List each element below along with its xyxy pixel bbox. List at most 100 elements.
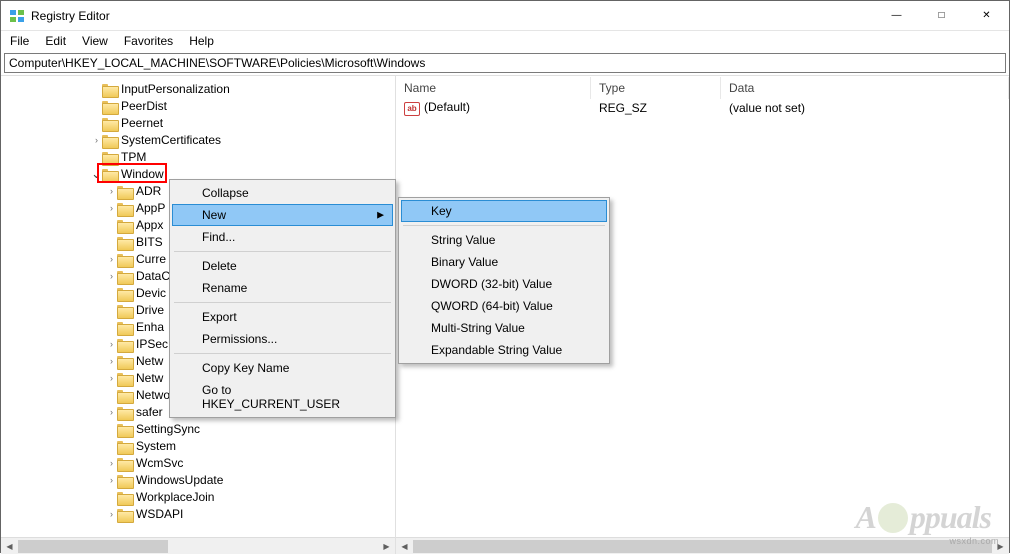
ctx-new[interactable]: New ▶ (172, 204, 393, 226)
menu-file[interactable]: File (3, 32, 36, 50)
chevron-right-icon[interactable]: › (106, 509, 117, 519)
appuals-logo: Appuals (856, 499, 991, 536)
tree-item-label: Netw (136, 371, 163, 385)
ctx-new-string[interactable]: String Value (401, 229, 607, 251)
tree-item[interactable]: System (1, 437, 395, 454)
folder-icon (117, 388, 133, 402)
watermark: wsxdn.com (949, 536, 999, 546)
tree-item[interactable]: › SystemCertificates (1, 131, 395, 148)
ctx-export[interactable]: Export (172, 306, 393, 328)
ctx-rename[interactable]: Rename (172, 277, 393, 299)
tree-item-label: SystemCertificates (121, 133, 221, 147)
folder-icon (117, 439, 133, 453)
tree-item[interactable]: PeerDist (1, 97, 395, 114)
chevron-right-icon[interactable]: › (106, 203, 117, 213)
menu-edit[interactable]: Edit (38, 32, 73, 50)
values-scrollbar-h[interactable]: ◀ ▶ (396, 537, 1009, 554)
tree-item-label: SettingSync (136, 422, 200, 436)
column-type[interactable]: Type (591, 77, 721, 99)
tree-item[interactable]: TPM (1, 148, 395, 165)
ctx-goto-hkcu[interactable]: Go to HKEY_CURRENT_USER (172, 379, 393, 415)
context-menu-main: Collapse New ▶ Find... Delete Rename Exp… (169, 179, 396, 418)
folder-icon (117, 269, 133, 283)
ctx-new-qword[interactable]: QWORD (64-bit) Value (401, 295, 607, 317)
tree-item-label: Drive (136, 303, 164, 317)
chevron-right-icon[interactable]: › (106, 373, 117, 383)
ctx-new-label: New (202, 208, 226, 222)
ctx-new-binary[interactable]: Binary Value (401, 251, 607, 273)
folder-icon (117, 371, 133, 385)
tree-item-label: InputPersonalization (121, 82, 230, 96)
chevron-right-icon[interactable]: › (106, 407, 117, 417)
menubar: File Edit View Favorites Help (1, 31, 1009, 51)
chevron-right-icon[interactable]: › (106, 458, 117, 468)
tree-item-label: WindowsUpdate (136, 473, 223, 487)
ctx-delete[interactable]: Delete (172, 255, 393, 277)
folder-icon (117, 354, 133, 368)
folder-icon (117, 218, 133, 232)
window-title: Registry Editor (31, 9, 874, 23)
folder-icon (102, 82, 118, 96)
chevron-right-icon[interactable]: › (91, 135, 102, 145)
folder-icon (117, 235, 133, 249)
tree-item[interactable]: › WSDAPI (1, 505, 395, 522)
chevron-right-icon[interactable]: › (106, 356, 117, 366)
tree-item-label: WSDAPI (136, 507, 183, 521)
tree-item-label: TPM (121, 150, 146, 164)
tree-item[interactable]: › WcmSvc (1, 454, 395, 471)
folder-icon (117, 405, 133, 419)
tree-item[interactable]: SettingSync (1, 420, 395, 437)
close-button[interactable]: ✕ (964, 1, 1009, 30)
value-row[interactable]: ab(Default) REG_SZ (value not set) (396, 99, 1009, 117)
ctx-new-dword[interactable]: DWORD (32-bit) Value (401, 273, 607, 295)
value-data-cell: (value not set) (721, 101, 1009, 115)
chevron-right-icon[interactable]: › (106, 271, 117, 281)
ctx-new-expandable[interactable]: Expandable String Value (401, 339, 607, 361)
ctx-collapse[interactable]: Collapse (172, 182, 393, 204)
chevron-right-icon[interactable]: › (106, 254, 117, 264)
folder-icon (117, 490, 133, 504)
column-name[interactable]: Name (396, 77, 591, 99)
scroll-right-icon[interactable]: ▶ (378, 542, 395, 551)
folder-icon (117, 252, 133, 266)
scroll-left-icon[interactable]: ◀ (396, 542, 413, 551)
ctx-new-key[interactable]: Key (401, 200, 607, 222)
titlebar: Registry Editor — □ ✕ (1, 1, 1009, 31)
menu-help[interactable]: Help (182, 32, 221, 50)
maximize-button[interactable]: □ (919, 1, 964, 30)
values-header[interactable]: Name Type Data (396, 76, 1009, 99)
tree-item-label: Netw (136, 354, 163, 368)
tree-item-label: WorkplaceJoin (136, 490, 214, 504)
ctx-separator (174, 302, 391, 303)
folder-icon (117, 184, 133, 198)
folder-icon (117, 201, 133, 215)
column-data[interactable]: Data (721, 77, 1009, 99)
ctx-new-multistring[interactable]: Multi-String Value (401, 317, 607, 339)
tree-item[interactable]: Peernet (1, 114, 395, 131)
tree-item-label: Enha (136, 320, 164, 334)
tree-item-label: safer (136, 405, 163, 419)
chevron-right-icon[interactable]: › (106, 475, 117, 485)
ctx-find[interactable]: Find... (172, 226, 393, 248)
scroll-left-icon[interactable]: ◀ (1, 542, 18, 551)
window-controls: — □ ✕ (874, 1, 1009, 30)
menu-view[interactable]: View (75, 32, 115, 50)
chevron-right-icon[interactable]: › (106, 186, 117, 196)
folder-icon (117, 303, 133, 317)
tree-scrollbar-h[interactable]: ◀ ▶ (1, 537, 395, 554)
folder-icon (102, 150, 118, 164)
menu-favorites[interactable]: Favorites (117, 32, 180, 50)
tree-item[interactable]: › WindowsUpdate (1, 471, 395, 488)
address-bar[interactable]: Computer\HKEY_LOCAL_MACHINE\SOFTWARE\Pol… (4, 53, 1006, 73)
chevron-right-icon[interactable]: › (106, 339, 117, 349)
tree-item-label: WcmSvc (136, 456, 183, 470)
chevron-down-icon[interactable]: ⌄ (91, 170, 102, 178)
tree-item[interactable]: WorkplaceJoin (1, 488, 395, 505)
folder-icon (102, 167, 118, 181)
ctx-copy-key-name[interactable]: Copy Key Name (172, 357, 393, 379)
minimize-button[interactable]: — (874, 1, 919, 30)
ctx-permissions[interactable]: Permissions... (172, 328, 393, 350)
string-value-icon: ab (404, 102, 420, 116)
folder-icon (117, 337, 133, 351)
tree-item[interactable]: InputPersonalization (1, 80, 395, 97)
